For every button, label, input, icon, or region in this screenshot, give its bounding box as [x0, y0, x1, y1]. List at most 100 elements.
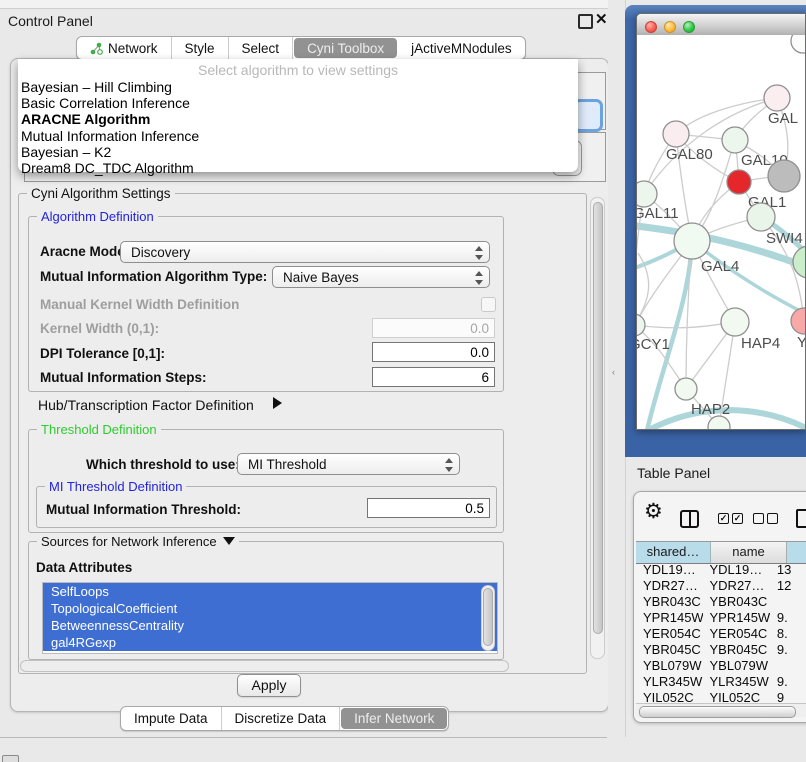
select-all-checks-icon[interactable]: ✓✓	[718, 513, 743, 524]
network-node-swi4[interactable]	[747, 203, 775, 231]
aracne-mode-combo[interactable]: Discovery	[120, 241, 490, 263]
column-header-name[interactable]: name	[711, 542, 787, 563]
network-node-gal4[interactable]	[674, 223, 710, 259]
zoom-traffic-light[interactable]	[683, 21, 695, 33]
clear-all-checks-icon[interactable]	[753, 513, 778, 524]
network-node-gal1[interactable]	[727, 170, 751, 194]
table-cell: YBR043C	[636, 594, 703, 610]
collapse-arrow-icon[interactable]	[223, 537, 235, 545]
attribute-item-gal4rgexp[interactable]: gal4RGexp	[43, 634, 497, 651]
new-table-icon[interactable]	[796, 509, 806, 528]
table-settings-gear-icon[interactable]: ⚙	[644, 501, 663, 523]
network-window-titlebar[interactable]	[637, 14, 805, 36]
table-row[interactable]: YBR045CYBR045C9.	[636, 642, 806, 658]
close-traffic-light[interactable]	[645, 21, 657, 33]
split-columns-icon[interactable]	[680, 510, 699, 528]
network-node-gal80[interactable]	[663, 121, 689, 147]
table-row[interactable]: YBL079WYBL079W	[636, 658, 806, 674]
table-row[interactable]: YER054CYER054C8.	[636, 626, 806, 642]
tab-select[interactable]: Select	[229, 37, 294, 59]
algorithm-option-dream8-dc-tdc-algorithm[interactable]: Dream8 DC_TDC Algorithm	[18, 160, 578, 176]
table-row[interactable]: YLR345WYLR345W9.	[636, 674, 806, 690]
apply-button[interactable]: Apply	[237, 674, 301, 697]
settings-vertical-scrollbar[interactable]	[590, 197, 605, 659]
table-row[interactable]: YDR27…YDR27…12	[636, 578, 806, 594]
network-node-y[interactable]	[791, 308, 805, 334]
network-node[interactable]	[791, 35, 805, 53]
table-horizontal-scrollbar[interactable]	[636, 703, 806, 717]
table-cell: 8.	[770, 626, 806, 642]
table-cell: 13	[770, 562, 806, 578]
tab-label: Network	[108, 41, 158, 56]
table-cell: 12	[770, 578, 806, 594]
attribute-item-topologicalcoefficient[interactable]: TopologicalCoefficient	[43, 600, 497, 617]
algorithm-definition-title: Algorithm Definition	[37, 209, 158, 224]
close-icon[interactable]: ✕	[595, 10, 608, 28]
algorithm-option-bayesian-k2[interactable]: Bayesian – K2	[18, 144, 578, 160]
network-node-gal[interactable]	[764, 85, 790, 111]
table-cell: YBL079W	[636, 658, 703, 674]
settings-horizontal-scrollbar[interactable]	[20, 660, 509, 672]
dpi-tolerance-field[interactable]: 0.0	[372, 342, 495, 362]
node-label: GCY1	[637, 336, 670, 353]
algorithm-option-mutual-information-inference[interactable]: Mutual Information Inference	[18, 128, 578, 144]
attribute-item-selfloops[interactable]: SelfLoops	[43, 583, 497, 600]
kernel-width-label: Kernel Width (0,1):	[40, 321, 159, 336]
mi-steps-field[interactable]: 6	[372, 367, 495, 387]
bottom-tab-impute-data[interactable]: Impute Data	[121, 707, 222, 730]
network-canvas[interactable]: GALGAL80GAL10GAL1GAL11SWI4GAL4GCY1HAP4YH…	[637, 35, 805, 429]
mi-type-value: Naive Bayes	[283, 270, 359, 285]
tab-label: Style	[185, 41, 215, 56]
attribute-list-scroll-thumb[interactable]	[483, 588, 493, 646]
table-scroll-thumb[interactable]	[639, 706, 796, 718]
network-node-gal11[interactable]	[637, 181, 657, 207]
mi-type-label: Mutual Information Algorithm Type:	[40, 269, 267, 284]
network-node-gal10[interactable]	[722, 127, 748, 153]
which-threshold-value: MI Threshold	[248, 457, 327, 472]
bottom-tab-infer-network[interactable]: Infer Network	[341, 708, 447, 729]
settings-group-title: Cyni Algorithm Settings	[27, 186, 175, 201]
attribute-item-betweennesscentrality[interactable]: BetweennessCentrality	[43, 617, 497, 634]
settings-scroll-thumb[interactable]	[593, 202, 603, 634]
table-cell	[770, 658, 806, 674]
table-cell: YBL079W	[703, 658, 770, 674]
network-node-hap4[interactable]	[721, 308, 749, 336]
data-attributes-list: SelfLoopsTopologicalCoefficientBetweenne…	[42, 582, 498, 654]
table-cell: 9.	[770, 610, 806, 626]
algorithm-option-bayesian-hill-climbing[interactable]: Bayesian – Hill Climbing	[18, 79, 578, 95]
data-attributes-label: Data Attributes	[36, 560, 132, 575]
control-panel-title: Control Panel	[8, 13, 93, 29]
network-node[interactable]	[768, 160, 800, 192]
table-cell	[770, 594, 806, 610]
divider-handle[interactable]: ‹	[612, 368, 618, 377]
table-row[interactable]: YBR043CYBR043C	[636, 594, 806, 610]
column-header-a[interactable]: A	[787, 542, 806, 563]
attribute-list-scrollbar[interactable]	[481, 585, 495, 651]
bottom-tab-label: Discretize Data	[235, 711, 327, 726]
network-node-hap2[interactable]	[675, 378, 697, 400]
table-cell: YBR045C	[636, 642, 703, 658]
table-row[interactable]: YDL19…YDL19…13	[636, 562, 806, 578]
bottom-tabbar: Impute Data Discretize Data Infer Network	[120, 706, 449, 731]
mi-type-combo[interactable]: Naive Bayes	[272, 266, 490, 288]
threshold-definition-title: Threshold Definition	[37, 422, 161, 437]
tab-cyni-toolbox[interactable]: Cyni Toolbox	[294, 38, 397, 58]
tab-network[interactable]: Network	[77, 37, 172, 59]
docked-panel-icon[interactable]	[2, 755, 19, 762]
algorithm-option-aracne-algorithm[interactable]: ARACNE Algorithm	[18, 111, 578, 127]
hub-section-label[interactable]: Hub/Transcription Factor Definition	[38, 397, 254, 413]
table-row[interactable]: YPR145WYPR145W9.	[636, 610, 806, 626]
minimize-traffic-light[interactable]	[664, 21, 676, 33]
float-window-icon[interactable]	[578, 14, 593, 29]
table-cell: YLR345W	[703, 674, 770, 690]
table-cell: YDL19…	[703, 562, 770, 578]
tab-style[interactable]: Style	[172, 37, 229, 59]
column-header-shared[interactable]: shared…	[636, 542, 711, 563]
node-label: HAP4	[741, 335, 780, 352]
tab-jactivemnodules[interactable]: jActiveMNodules	[398, 37, 525, 59]
algorithm-option-basic-correlation-inference[interactable]: Basic Correlation Inference	[18, 95, 578, 111]
bottom-tab-discretize-data[interactable]: Discretize Data	[222, 707, 341, 730]
which-threshold-combo[interactable]: MI Threshold	[237, 453, 460, 475]
expand-arrow-icon[interactable]	[273, 397, 282, 409]
mi-threshold-field[interactable]: 0.5	[367, 498, 490, 518]
